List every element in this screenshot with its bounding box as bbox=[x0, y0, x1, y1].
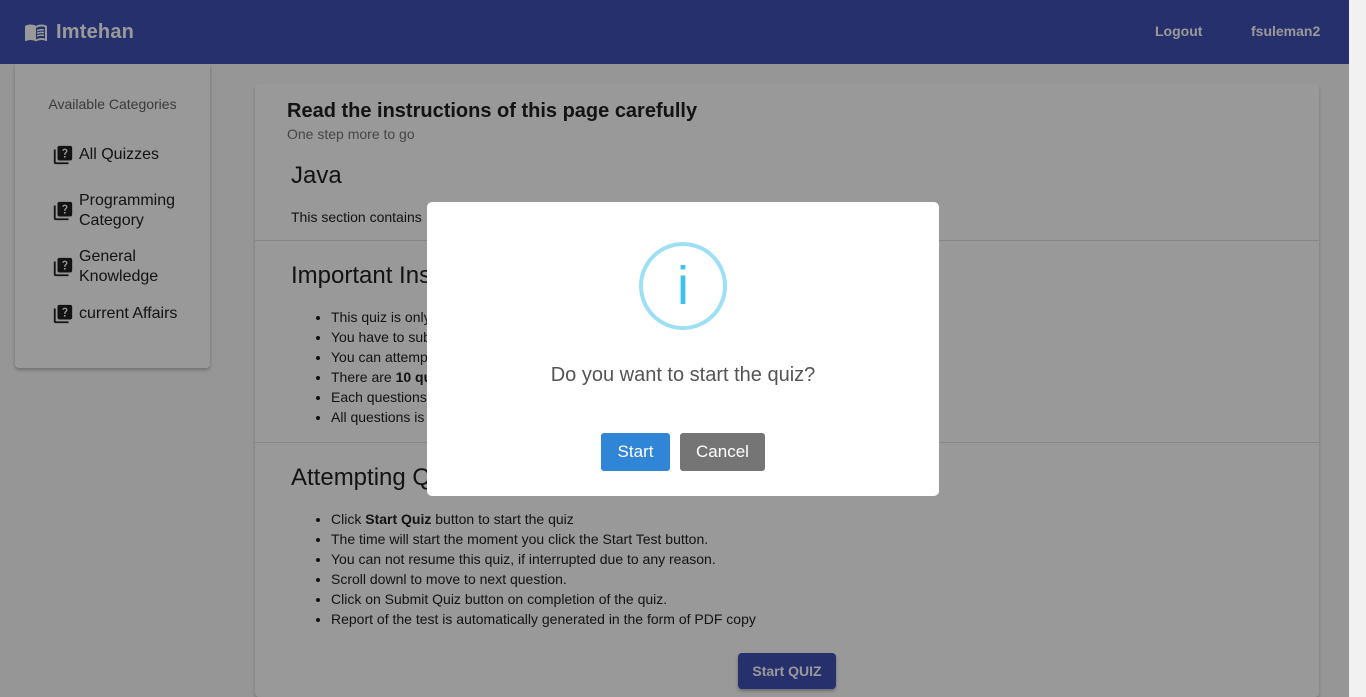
dialog-cancel-button[interactable]: Cancel bbox=[680, 433, 765, 471]
page: Imtehan Logout fsuleman2 Available Categ… bbox=[0, 0, 1366, 697]
dialog-start-button[interactable]: Start bbox=[601, 433, 670, 471]
info-icon-glyph: i bbox=[677, 256, 689, 316]
info-icon: i bbox=[639, 242, 727, 330]
dialog-question: Do you want to start the quiz? bbox=[550, 364, 816, 386]
page-scrollbar[interactable] bbox=[1349, 0, 1366, 697]
confirm-dialog: i Do you want to start the quiz? Start C… bbox=[427, 202, 939, 496]
